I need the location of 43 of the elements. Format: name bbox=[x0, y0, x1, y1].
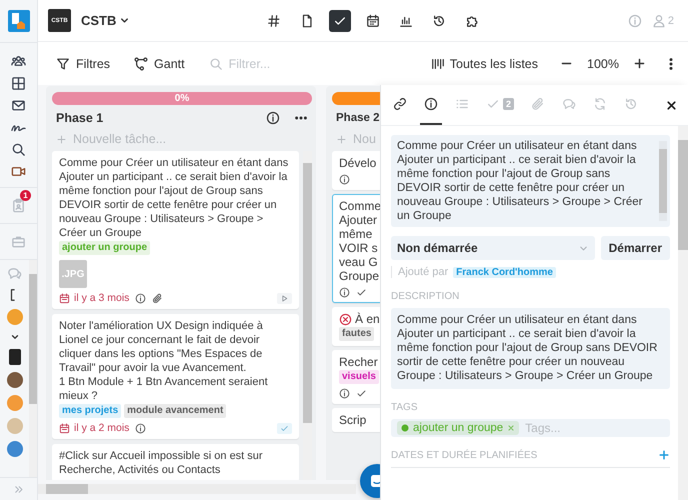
card-text: VOIR s bbox=[339, 241, 379, 255]
tag: module avancement bbox=[124, 404, 226, 418]
card-text: veau G bbox=[339, 255, 379, 269]
card-text: Comme pour Créer un utilisateur en étant dans Ajouter un participant .. ce serait bien d'avoir la même fonction pour l'ajout de Group sans DEVOIR sortir de cette fenêtre pour créer un nouveau Groupe : Utilisateurs > Groupe > Créer un Groupe bbox=[59, 156, 290, 240]
section-label: DATES ET DURÉE PLANIFIÉES bbox=[391, 450, 538, 460]
section-label: TAGS bbox=[391, 402, 418, 413]
tag: visuels bbox=[339, 370, 379, 384]
filters-button[interactable]: Filtres bbox=[56, 56, 110, 70]
card-text: Scrip bbox=[339, 413, 368, 427]
tag: mes projets bbox=[59, 404, 122, 418]
column-title: Phase 2 bbox=[336, 112, 380, 124]
tag: ajouter un groupe bbox=[59, 241, 150, 255]
card-text: Groupe bbox=[339, 269, 380, 283]
due-date: il y a 3 mois bbox=[74, 292, 130, 304]
start-button[interactable]: Démarrer bbox=[600, 236, 670, 260]
progress-bar: 0% bbox=[52, 92, 312, 105]
tag: fautes bbox=[339, 327, 374, 341]
filter-field[interactable]: Filtrer... bbox=[228, 56, 349, 70]
gantt-button[interactable]: Gantt bbox=[134, 56, 185, 70]
tag-label: ajouter un groupe bbox=[413, 422, 504, 434]
card-text: À en bbox=[355, 312, 380, 326]
task-card[interactable]: #Click sur Accueil impossible si on est sur Recherche, Activités ou Contacts bbox=[52, 444, 299, 480]
card-text: #Click sur Accueil impossible si on est sur Recherche, Activités ou Contacts bbox=[59, 449, 264, 477]
column-title: Phase 1 bbox=[56, 111, 104, 125]
added-by-label: Ajouté par bbox=[398, 266, 448, 278]
task-card[interactable]: Dévelo bbox=[332, 151, 380, 190]
lists-button[interactable]: Toutes les listes bbox=[430, 56, 538, 70]
description-field[interactable]: Comme pour Créer un utilisateur en étant dans Ajouter un participant .. ce serait bien d'avoir la même fonction pour l'ajout de Group sans DEVOIR sortir de cette fenêtre pour créer un nouveau Groupe : Utilisateurs > Groupe > Créer un Groupe bbox=[391, 308, 670, 389]
card-text: même bbox=[339, 227, 374, 241]
workspace-name[interactable]: CSTB bbox=[81, 13, 116, 28]
notification-badge: 1 bbox=[20, 190, 31, 201]
card-text: Noter l'amélioration UX Design indiquée à Lionel ce jour concernant le fait de devoir cliquer dans les options "Mes Espaces de Travail" pour avoir la vue Avancement. 1 Btn Module + 1 Btn Avancement seraient mieux ? bbox=[59, 319, 269, 403]
task-card[interactable]: Recher visuels bbox=[332, 350, 380, 404]
title-field[interactable]: Comme pour Créer un utilisateur en étant dans Ajouter un participant .. ce serait bien d'avoir la même fonction pour l'ajout de Group sans DEVOIR sortir de cette fenêtre pour créer un nouveau Groupe : Utilisateurs > Groupe > Créer un Groupe bbox=[391, 135, 670, 227]
status-dropdown[interactable]: Non démarrée bbox=[391, 236, 595, 260]
section-label: DESCRIPTION bbox=[391, 291, 460, 302]
due-date: il y a 2 mois bbox=[74, 422, 130, 434]
task-card[interactable]: Scrip bbox=[332, 408, 380, 432]
task-card[interactable]: À en fautes bbox=[332, 307, 380, 346]
card-text: Recher bbox=[339, 355, 379, 369]
zoom-level: 100% bbox=[587, 56, 619, 70]
card-text: Dévelo bbox=[339, 156, 378, 170]
card-text: Ajouter bbox=[339, 213, 378, 227]
